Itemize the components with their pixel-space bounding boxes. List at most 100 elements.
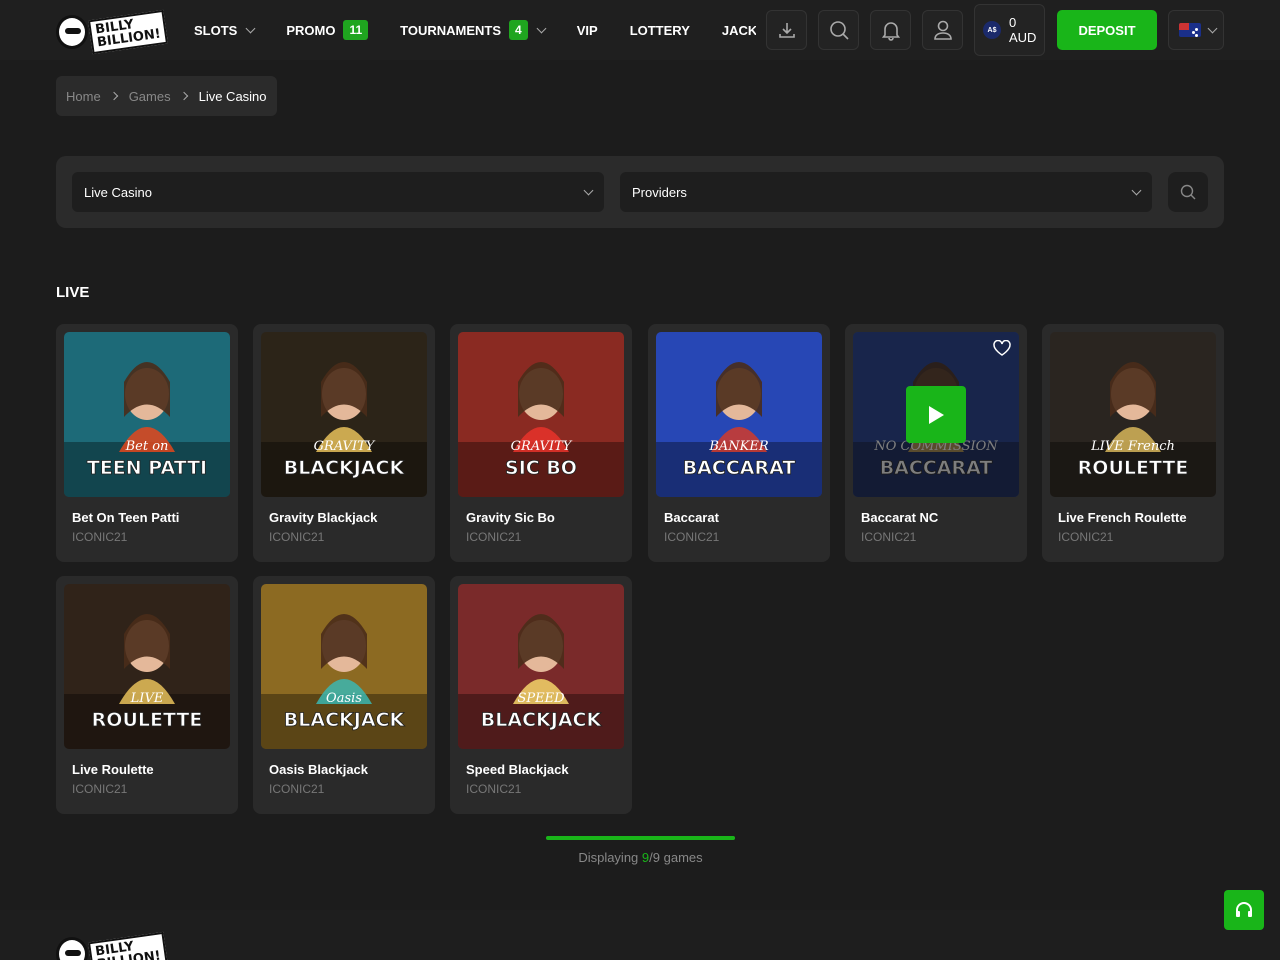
game-card[interactable]: NO COMMISSIONBACCARAT Baccarat NC ICONIC21	[845, 324, 1027, 562]
search-button[interactable]	[818, 10, 859, 50]
game-art: LIVE French ROULETTE	[1050, 332, 1216, 497]
game-thumbnail[interactable]: SPEED BLACKJACK	[458, 584, 624, 749]
chevron-down-icon	[583, 185, 594, 196]
game-title[interactable]: Speed Blackjack	[466, 762, 569, 777]
currency-badge: A$	[983, 21, 1001, 39]
nav-item-slots[interactable]: SLOTS	[194, 22, 256, 38]
footer: BILLY BILLION!	[0, 910, 1280, 960]
game-search-button[interactable]	[1168, 172, 1208, 212]
game-card[interactable]: Bet on TEEN PATTI Bet On Teen Patti ICONIC2…	[56, 324, 238, 562]
games-count-text: Displaying 9/9 games	[546, 850, 735, 865]
game-title[interactable]: Oasis Blackjack	[269, 762, 368, 777]
chevron-right-icon	[109, 91, 118, 101]
logo-mascot-icon	[56, 937, 88, 960]
game-thumbnail[interactable]: LIVE French ROULETTE	[1050, 332, 1216, 497]
game-art-title: ROULETTE	[92, 709, 203, 731]
game-title[interactable]: Live Roulette	[72, 762, 154, 777]
game-thumbnail[interactable]: Bet on TEEN PATTI	[64, 332, 230, 497]
game-thumbnail[interactable]: GRAVITY BLACKJACK	[261, 332, 427, 497]
footer-logo[interactable]: BILLY BILLION!	[56, 931, 168, 960]
game-art: GRAVITY BLACKJACK	[261, 332, 427, 497]
nav-label: VIP	[576, 22, 598, 38]
game-art: Bet on TEEN PATTI	[64, 332, 230, 497]
game-card[interactable]: GRAVITY BLACKJACK Gravity Blackjack ICONIC2…	[253, 324, 435, 562]
download-icon	[778, 23, 795, 38]
game-filter-bar: Live Casino Providers	[56, 156, 1224, 228]
game-art-subtitle: LIVE French	[1090, 439, 1175, 454]
wallet-balance[interactable]: A$ 0 AUD	[974, 4, 1045, 56]
game-provider: ICONIC21	[72, 782, 128, 796]
game-art-subtitle: LIVE	[130, 691, 164, 706]
game-card[interactable]: LIVE ROULETTE Live Roulette ICONIC21	[56, 576, 238, 814]
promo-count-badge: 11	[343, 20, 369, 40]
game-art: SPEED BLACKJACK	[458, 584, 624, 749]
download-app-button[interactable]	[766, 10, 807, 50]
game-thumbnail[interactable]: GRAVITY SIC BO	[458, 332, 624, 497]
game-art-subtitle: SPEED	[517, 691, 565, 706]
game-card[interactable]: SPEED BLACKJACK Speed Blackjack ICONIC21	[450, 576, 632, 814]
game-provider: ICONIC21	[861, 530, 917, 544]
nav-item-promo[interactable]: PROMO 11	[286, 20, 369, 40]
nav-label: LOTTERY	[629, 22, 690, 38]
chevron-down-icon	[1131, 185, 1142, 196]
game-art-subtitle: BANKER	[708, 439, 769, 454]
game-art: LIVE ROULETTE	[64, 584, 230, 749]
heart-icon	[993, 340, 1011, 356]
game-title[interactable]: Baccarat	[664, 510, 719, 525]
chevron-down-icon	[245, 23, 256, 33]
game-art-subtitle: Bet on	[125, 439, 169, 454]
game-card[interactable]: BANKER BACCARAT Baccarat ICONIC21	[648, 324, 830, 562]
nav-item-lottery[interactable]: LOTTERY	[630, 23, 690, 38]
category-select[interactable]: Live Casino	[72, 172, 604, 212]
game-art-subtitle: GRAVITY	[511, 439, 573, 454]
nav-item-tournaments[interactable]: TOURNAMENTS 4	[400, 20, 547, 40]
progress-suffix: games	[663, 850, 703, 865]
language-selector[interactable]	[1168, 10, 1224, 50]
game-thumbnail[interactable]: LIVE ROULETTE	[64, 584, 230, 749]
game-thumbnail[interactable]: Oasis BLACKJACK	[261, 584, 427, 749]
nav-label: TOURNAMENTS	[400, 22, 502, 38]
game-art-title: SIC BO	[505, 457, 577, 479]
bell-icon	[881, 22, 900, 41]
australia-flag-icon	[1179, 23, 1201, 37]
profile-button[interactable]	[922, 10, 963, 50]
breadcrumb-games[interactable]: Games	[129, 89, 171, 104]
support-chat-button[interactable]	[1224, 890, 1264, 930]
chevron-down-icon	[536, 23, 547, 33]
breadcrumb: Home Games Live Casino	[56, 76, 277, 116]
progress-total: 9	[652, 850, 661, 865]
game-card[interactable]: GRAVITY SIC BO Gravity Sic Bo ICONIC21	[450, 324, 632, 562]
nav-item-vip[interactable]: VIP	[577, 23, 598, 38]
game-title[interactable]: Gravity Sic Bo	[466, 510, 555, 525]
providers-select[interactable]: Providers	[620, 172, 1152, 212]
main-nav: SLOTS PROMO 11 TOURNAMENTS 4 VIP LOTTERY…	[194, 0, 756, 60]
game-title[interactable]: Bet On Teen Patti	[72, 510, 179, 525]
play-button[interactable]	[906, 386, 966, 443]
game-art-title: BACCARAT	[683, 457, 796, 479]
games-progress-fill	[546, 836, 735, 840]
game-title[interactable]: Gravity Blackjack	[269, 510, 377, 525]
game-card[interactable]: LIVE French ROULETTE Live French Roulette I…	[1042, 324, 1224, 562]
balance-currency: AUD	[1009, 30, 1037, 45]
game-card[interactable]: Oasis BLACKJACK Oasis Blackjack ICONIC21	[253, 576, 435, 814]
game-art: BANKER BACCARAT	[656, 332, 822, 497]
tournaments-count-badge: 4	[509, 20, 528, 40]
game-thumbnail[interactable]: NO COMMISSIONBACCARAT	[853, 332, 1019, 497]
game-provider: ICONIC21	[466, 530, 522, 544]
nav-label: SLOTS	[194, 22, 238, 38]
game-art-title: BLACKJACK	[284, 709, 406, 731]
game-provider: ICONIC21	[664, 530, 720, 544]
notifications-button[interactable]	[870, 10, 911, 50]
breadcrumb-home[interactable]: Home	[66, 89, 101, 104]
deposit-button[interactable]: DEPOSIT	[1057, 10, 1157, 50]
game-title[interactable]: Live French Roulette	[1058, 510, 1187, 525]
game-thumbnail[interactable]: BANKER BACCARAT	[656, 332, 822, 497]
game-title[interactable]: Baccarat NC	[861, 510, 938, 525]
nav-item-jackpot[interactable]: JACKPC	[722, 23, 756, 38]
favorite-button[interactable]	[993, 340, 1011, 356]
game-provider: ICONIC21	[269, 782, 325, 796]
game-art: Oasis BLACKJACK	[261, 584, 427, 749]
chevron-down-icon	[1207, 23, 1218, 33]
site-logo[interactable]: BILLY BILLION!	[56, 9, 168, 55]
game-art-title: BLACKJACK	[481, 709, 603, 731]
